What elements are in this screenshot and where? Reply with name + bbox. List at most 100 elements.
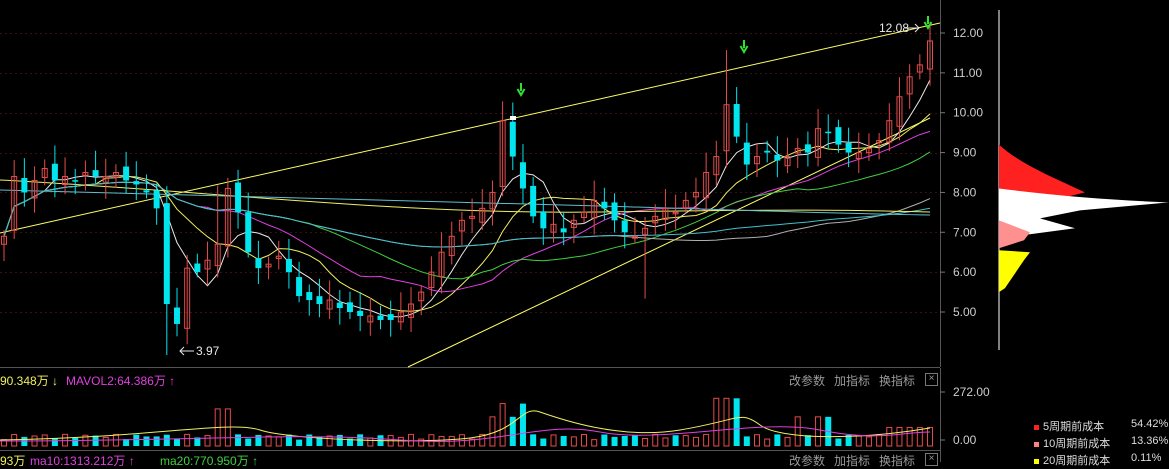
candle-body-down — [509, 121, 516, 157]
volume-bar-up — [723, 397, 730, 447]
price-gridlines — [0, 33, 940, 313]
volume-bar-up — [682, 435, 689, 447]
candle-body-down — [92, 170, 99, 177]
lower-trendline — [407, 117, 931, 368]
edit-params-button[interactable]: 改参数 — [789, 372, 825, 389]
volume-bar-up — [662, 437, 669, 447]
volume-bar-down — [235, 434, 242, 446]
candle-body-down — [804, 144, 811, 153]
candle-body-down — [621, 220, 628, 233]
mavol2-up-arrow-icon: ↑ — [165, 374, 176, 388]
ma-line-5 — [3, 79, 931, 318]
volume-bar-down — [245, 438, 252, 446]
volume-bar-down — [540, 438, 547, 446]
volume-bar-up — [886, 426, 893, 447]
signal-dot — [510, 116, 516, 120]
candle-body-down — [825, 131, 832, 134]
switch-indicator-button[interactable]: 换指标 — [879, 372, 915, 389]
volume-bar-up — [326, 435, 333, 447]
volume-bar-up — [865, 436, 872, 447]
volume-bar-down — [601, 434, 608, 446]
volume-ma5 — [0, 410, 931, 442]
price-tick-label: 10.00 — [953, 106, 983, 120]
low-price-label: 3.97 — [196, 344, 220, 358]
upper-trendline — [0, 22, 941, 234]
candle-body-down — [133, 181, 140, 185]
candle-body-down — [743, 142, 750, 165]
volume-bar-up — [397, 436, 404, 447]
candle-body-down — [357, 310, 364, 316]
close-icon[interactable]: × — [925, 373, 938, 386]
volume-bar-down — [296, 439, 303, 446]
ma5-volume-label: 93万 — [0, 454, 26, 468]
volume-bar-up — [550, 434, 557, 447]
volume-bar-down — [621, 435, 628, 446]
volume-axis-ticks: 272.00 0.00 — [940, 385, 990, 447]
candle-body-down — [387, 314, 394, 320]
candle-body-down — [377, 315, 384, 320]
volume-bar-down — [255, 434, 262, 446]
candle-body-down — [51, 163, 58, 181]
volume-bar-down — [153, 436, 160, 446]
volume-bar-down — [133, 434, 140, 446]
candle-body-down — [143, 190, 150, 193]
volume-bar-down — [143, 436, 150, 446]
candle-body-down — [72, 180, 79, 182]
switch-indicator-button-2[interactable]: 换指标 — [879, 452, 915, 469]
close-icon-2[interactable]: × — [925, 453, 938, 466]
volume-bar-down — [631, 434, 638, 446]
volume-bar-up — [499, 403, 506, 447]
profile-white — [999, 188, 1169, 237]
candle-body-down — [21, 178, 28, 193]
volume-bar-down — [51, 438, 58, 446]
candle-body-down — [835, 127, 842, 145]
volume-bar-up — [184, 433, 191, 447]
volume-bar-up — [204, 435, 211, 447]
ma10-volume-label: ma10:1313.212万 ↑ — [30, 454, 135, 468]
candle-body-down — [163, 203, 170, 305]
candle-body-down — [306, 292, 313, 301]
candle-body-down — [194, 263, 201, 273]
signal-arrow-icon — [739, 40, 749, 54]
ma-line-30 — [3, 151, 931, 280]
volume-bar-up — [570, 436, 577, 447]
volume-bar-down — [743, 436, 750, 446]
add-indicator-button-2[interactable]: 加指标 — [834, 452, 870, 469]
cost-swatch-10 — [1034, 441, 1039, 447]
candles — [1, 22, 933, 355]
volume-bar-up — [815, 416, 822, 447]
profile-yellow — [999, 250, 1030, 293]
volume-tick-label: 0.00 — [953, 433, 977, 447]
low-arrow-icon — [179, 346, 194, 356]
candle-body-down — [764, 150, 771, 153]
price-tick-label: 7.00 — [953, 225, 977, 239]
volume-bar-down — [72, 437, 79, 446]
volume-bar-up — [703, 433, 710, 447]
high-price-label: 12.08 — [879, 21, 909, 35]
candle-body-down — [560, 228, 567, 233]
volume-bar-down — [92, 435, 99, 446]
volume-tick-label: 272.00 — [953, 385, 990, 399]
volume-bar-up — [764, 438, 771, 447]
volume-bar-up — [367, 437, 374, 447]
candle-body-down — [519, 162, 526, 189]
cost-swatch-20 — [1034, 458, 1039, 464]
volume-bar-up — [927, 426, 933, 447]
candle-body-down — [530, 185, 537, 217]
cost-row-20: 20周期前成本 0.11% — [1034, 452, 1161, 468]
volume-bar-up — [591, 439, 598, 447]
edit-params-button-2[interactable]: 改参数 — [789, 452, 825, 469]
cost-swatch-5 — [1034, 424, 1039, 430]
ma20-volume-label: ma20:770.950万 ↑ — [160, 454, 259, 468]
volume-bar-down — [560, 436, 567, 446]
add-indicator-button[interactable]: 加指标 — [834, 372, 870, 389]
candle-body-down — [611, 202, 618, 221]
price-tick-label: 9.00 — [953, 146, 977, 160]
volume-bar-up — [642, 437, 649, 447]
volume-bar-up — [418, 438, 425, 447]
price-tick-label: 8.00 — [953, 185, 977, 199]
trendlines — [0, 22, 941, 368]
candle-body-down — [346, 302, 353, 312]
volume-bar-up — [906, 426, 913, 447]
candle-body-down — [540, 211, 547, 229]
